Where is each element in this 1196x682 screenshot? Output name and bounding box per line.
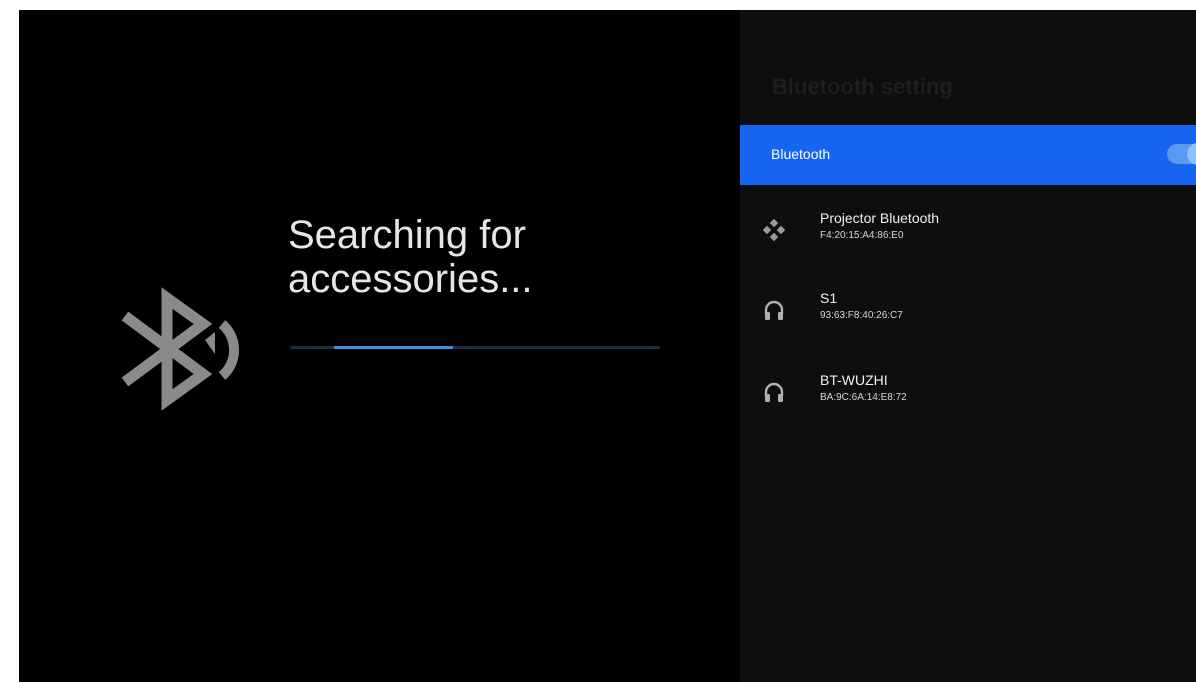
bluetooth-toggle-row[interactable]: Bluetooth <box>740 125 1196 185</box>
device-mac-address: 93:63:F8:40:26:C7 <box>820 310 903 321</box>
headphones-icon <box>764 382 784 402</box>
screen: Searching for accessories... Bluetooth s… <box>19 10 1196 682</box>
gamepad-icon <box>762 218 786 242</box>
device-item-projector-bluetooth[interactable]: Projector Bluetooth F4:20:15:A4:86:E0 <box>740 206 1196 266</box>
device-name: S1 <box>820 290 838 306</box>
search-progress-fill <box>334 346 453 349</box>
bluetooth-settings-panel: Bluetooth setting Bluetooth Projector Bl… <box>740 10 1196 682</box>
device-item-bt-wuzhi[interactable]: BT-WUZHI BA:9C:6A:14:E8:72 <box>740 368 1196 428</box>
bluetooth-toggle-label: Bluetooth <box>771 146 831 162</box>
device-item-s1[interactable]: S1 93:63:F8:40:26:C7 <box>740 286 1196 346</box>
search-progress-bar <box>290 346 660 349</box>
device-mac-address: BA:9C:6A:14:E8:72 <box>820 392 907 403</box>
bluetooth-toggle-switch[interactable] <box>1167 143 1196 165</box>
device-mac-address: F4:20:15:A4:86:E0 <box>820 230 904 241</box>
panel-title: Bluetooth setting <box>772 74 953 99</box>
device-name: BT-WUZHI <box>820 372 888 388</box>
bluetooth-searching-icon <box>121 287 240 411</box>
headphones-icon <box>764 300 784 320</box>
searching-title: Searching for accessories... <box>288 213 533 301</box>
device-name: Projector Bluetooth <box>820 210 940 226</box>
toggle-knob <box>1187 143 1196 165</box>
